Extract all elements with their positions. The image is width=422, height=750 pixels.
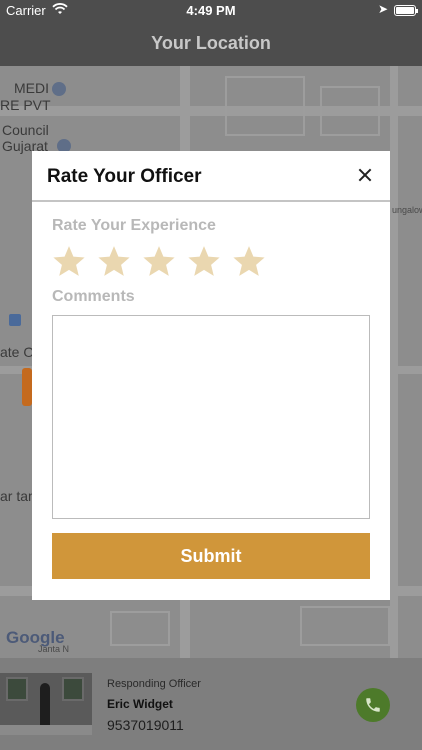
call-officer-button[interactable] <box>356 688 390 722</box>
star-3-icon[interactable] <box>142 244 176 278</box>
officer-info-bar: Responding Officer Eric Widget 953701901… <box>0 658 422 750</box>
map-road <box>390 66 398 658</box>
comments-label: Comments <box>52 288 135 305</box>
officer-name: Eric Widget <box>107 697 173 711</box>
officer-photo <box>0 673 92 735</box>
photo-window <box>6 677 28 701</box>
rate-experience-label: Rate Your Experience <box>52 217 216 234</box>
photo-window <box>62 677 84 701</box>
modal-title: Rate Your Officer <box>47 166 202 187</box>
modal-header: Rate Your Officer <box>32 151 390 202</box>
page-title: Your Location <box>151 33 271 53</box>
star-1-icon[interactable] <box>52 244 86 278</box>
star-2-icon[interactable] <box>97 244 131 278</box>
map-block <box>110 611 170 646</box>
map-block <box>320 86 380 136</box>
photo-floor <box>0 725 92 735</box>
star-4-icon[interactable] <box>187 244 221 278</box>
place-pin-icon <box>52 82 66 96</box>
location-arrow-icon: ➤ <box>377 2 388 16</box>
close-icon[interactable] <box>356 166 374 184</box>
battery-icon <box>394 5 418 16</box>
status-bar: Carrier 4:49 PM ➤ <box>0 0 422 22</box>
clock: 4:49 PM <box>186 3 236 18</box>
officer-figure <box>40 683 50 731</box>
map-label: RE PVT <box>0 97 51 113</box>
map-label: Janta N <box>38 644 70 654</box>
map-label: Council <box>2 122 49 138</box>
phone-icon <box>366 698 380 712</box>
star-5-icon[interactable] <box>232 244 266 278</box>
submit-button[interactable]: Submit <box>52 533 370 579</box>
rate-officer-modal: Rate Your Officer Rate Your Experience C… <box>32 151 390 600</box>
map-block <box>300 606 390 646</box>
map-block <box>225 76 305 136</box>
comments-textarea[interactable] <box>52 315 370 519</box>
map-label: ungalow <box>392 205 422 215</box>
officer-phone: 9537019011 <box>107 717 184 733</box>
responding-officer-label: Responding Officer <box>107 678 201 690</box>
navigation-bar: Your Location <box>0 22 422 66</box>
bus-stop-icon <box>9 314 21 326</box>
car-marker-icon <box>22 368 32 406</box>
map-label: MEDI <box>14 80 49 96</box>
star-rating[interactable] <box>52 244 266 278</box>
